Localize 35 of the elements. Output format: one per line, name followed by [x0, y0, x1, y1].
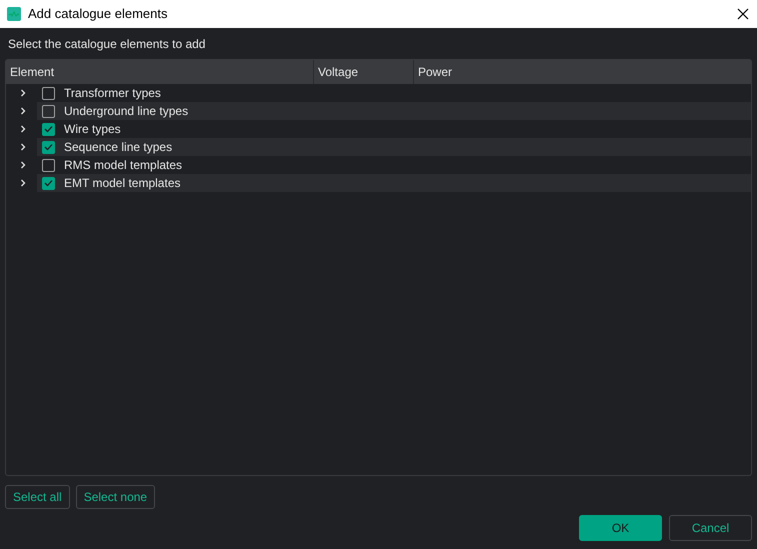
instruction-text: Select the catalogue elements to add — [7, 36, 206, 52]
column-header[interactable]: Voltage — [314, 60, 414, 84]
checkbox[interactable] — [42, 140, 55, 154]
selection-button[interactable]: Select all — [5, 485, 70, 509]
checkbox[interactable] — [42, 122, 55, 136]
chevron-icon[interactable] — [19, 107, 27, 115]
chevron-icon[interactable] — [19, 125, 27, 133]
checkbox[interactable] — [42, 104, 55, 118]
tree-row[interactable]: Transformer types — [37, 84, 751, 102]
app-icon — [7, 7, 21, 21]
tree-row[interactable]: Wire types — [37, 120, 751, 138]
row-label: Wire types — [64, 121, 121, 138]
chevron-icon[interactable] — [19, 89, 27, 97]
row-label: EMT model templates — [64, 175, 180, 192]
chevron-icon[interactable] — [19, 161, 27, 169]
chevron-icon[interactable] — [19, 143, 27, 151]
checkbox[interactable] — [42, 176, 55, 190]
cancel-button[interactable]: Cancel — [669, 515, 752, 541]
tree-row[interactable]: Sequence line types — [37, 138, 751, 156]
close-icon[interactable] — [737, 8, 749, 20]
tree-row[interactable]: RMS model templates — [37, 156, 751, 174]
column-header[interactable]: Element — [6, 60, 314, 84]
row-label: Underground line types — [64, 103, 188, 120]
chevron-icon[interactable] — [19, 179, 27, 187]
tree-row[interactable]: Underground line types — [37, 102, 751, 120]
ok-button[interactable]: OK — [579, 515, 662, 541]
tree-row[interactable]: EMT model templates — [37, 174, 751, 192]
selection-button[interactable]: Select none — [76, 485, 156, 509]
column-header[interactable]: Power — [414, 60, 751, 84]
row-label: RMS model templates — [64, 157, 182, 174]
checkbox[interactable] — [42, 158, 55, 172]
checkbox[interactable] — [42, 86, 55, 100]
window-title: Add catalogue elements — [28, 5, 168, 24]
row-label: Sequence line types — [64, 139, 172, 156]
row-label: Transformer types — [64, 85, 161, 102]
